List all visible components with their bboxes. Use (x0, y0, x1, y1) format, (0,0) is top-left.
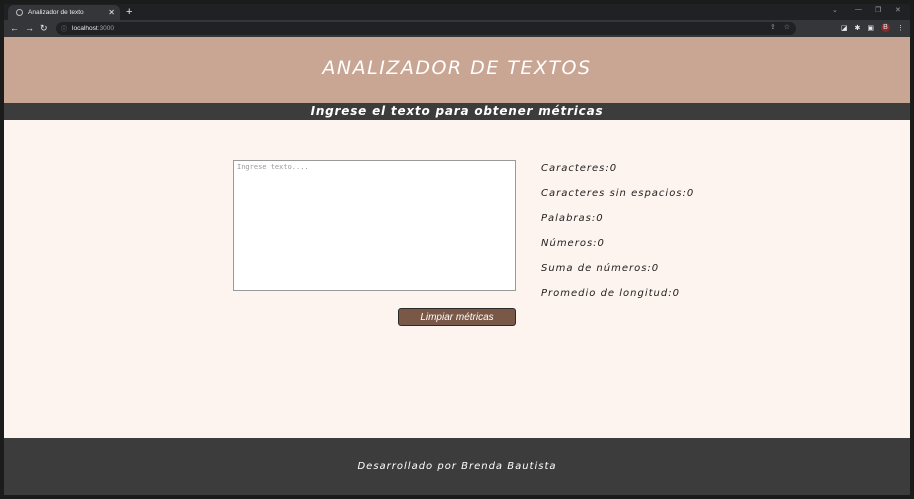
reload-icon[interactable]: ↻ (40, 22, 48, 35)
close-tab-icon[interactable]: ✕ (108, 8, 115, 17)
tab-search-icon[interactable]: ⌄ (832, 6, 838, 14)
tab-strip: Analizador de texto ✕ + ⌄ — ❐ ✕ (4, 4, 910, 20)
toolbar-actions: ◪ ✱ ▣ B ⋮ (841, 23, 904, 32)
side-panel-icon[interactable]: ▣ (867, 24, 874, 32)
page-content: ANALIZADOR DE TEXTOS Ingrese el texto pa… (4, 37, 910, 495)
share-icon[interactable]: ⇪ (770, 23, 776, 31)
page-subtitle: Ingrese el texto para obtener métricas (310, 104, 604, 118)
metric-value: 0 (672, 288, 680, 299)
metric-value: 0 (651, 263, 660, 274)
metric-numbers: Números: 0 (541, 231, 694, 256)
metric-label: Caracteres: (541, 163, 610, 174)
url-host: localhost (72, 25, 98, 32)
footer-credit: Desarrollado por Brenda Bautista (357, 461, 557, 472)
metric-label: Promedio de longitud: (541, 288, 673, 299)
bookmark-star-icon[interactable]: ☆ (784, 23, 790, 31)
metrics-list: Caracteres: 0 Caracteres sin espacios: 0 P… (541, 156, 694, 306)
subtitle-bar: Ingrese el texto para obtener métricas (4, 103, 910, 120)
metric-label: Números: (541, 238, 598, 249)
metric-characters-no-spaces: Caracteres sin espacios: 0 (541, 181, 694, 206)
page-footer: Desarrollado por Brenda Bautista (4, 438, 910, 495)
address-actions: ⇪ ☆ (770, 23, 790, 31)
hero-header: ANALIZADOR DE TEXTOS (4, 37, 910, 103)
restore-button[interactable]: ❐ (875, 6, 881, 14)
metric-sum-of-numbers: Suma de números: 0 (541, 256, 694, 281)
text-input-area[interactable] (233, 160, 516, 291)
url-port: :3000 (97, 25, 114, 32)
back-arrow-icon[interactable]: ← (10, 22, 19, 35)
address-bar[interactable]: ⓘ localhost:3000 ⇪ ☆ (56, 22, 796, 35)
metric-label: Suma de números: (541, 263, 652, 274)
clear-metrics-button[interactable]: Limpiar métricas (398, 308, 516, 326)
metric-value: 0 (597, 238, 605, 249)
url-text: localhost:3000 (72, 25, 114, 32)
metric-value: 0 (596, 213, 604, 224)
tab-title: Analizador de texto (28, 9, 84, 16)
extension-icon[interactable]: ◪ (841, 24, 848, 32)
metric-value: 0 (609, 163, 618, 174)
new-tab-button[interactable]: + (126, 5, 132, 19)
forward-arrow-icon[interactable]: → (25, 22, 34, 35)
metric-value: 0 (686, 188, 695, 199)
window-close-button[interactable]: ✕ (895, 6, 901, 14)
metric-average-length: Promedio de longitud: 0 (541, 281, 694, 306)
browser-tab[interactable]: Analizador de texto ✕ (8, 5, 120, 20)
browser-toolbar: ← → ↻ ⓘ localhost:3000 ⇪ ☆ ◪ ✱ ▣ B ⋮ (4, 20, 910, 37)
metric-words: Palabras: 0 (541, 206, 694, 231)
menu-kebab-icon[interactable]: ⋮ (897, 24, 904, 32)
metric-label: Caracteres sin espacios: (541, 188, 687, 199)
browser-window: Analizador de texto ✕ + ⌄ — ❐ ✕ ← → ↻ ⓘ … (4, 4, 910, 495)
site-info-icon[interactable]: ⓘ (61, 24, 67, 33)
minimize-button[interactable]: — (855, 6, 862, 13)
page-title: ANALIZADOR DE TEXTOS (322, 57, 592, 79)
metric-characters: Caracteres: 0 (541, 156, 694, 181)
puzzle-extensions-icon[interactable]: ✱ (855, 24, 861, 32)
metric-label: Palabras: (541, 213, 597, 224)
globe-icon (16, 9, 23, 16)
profile-avatar[interactable]: B (881, 23, 890, 32)
